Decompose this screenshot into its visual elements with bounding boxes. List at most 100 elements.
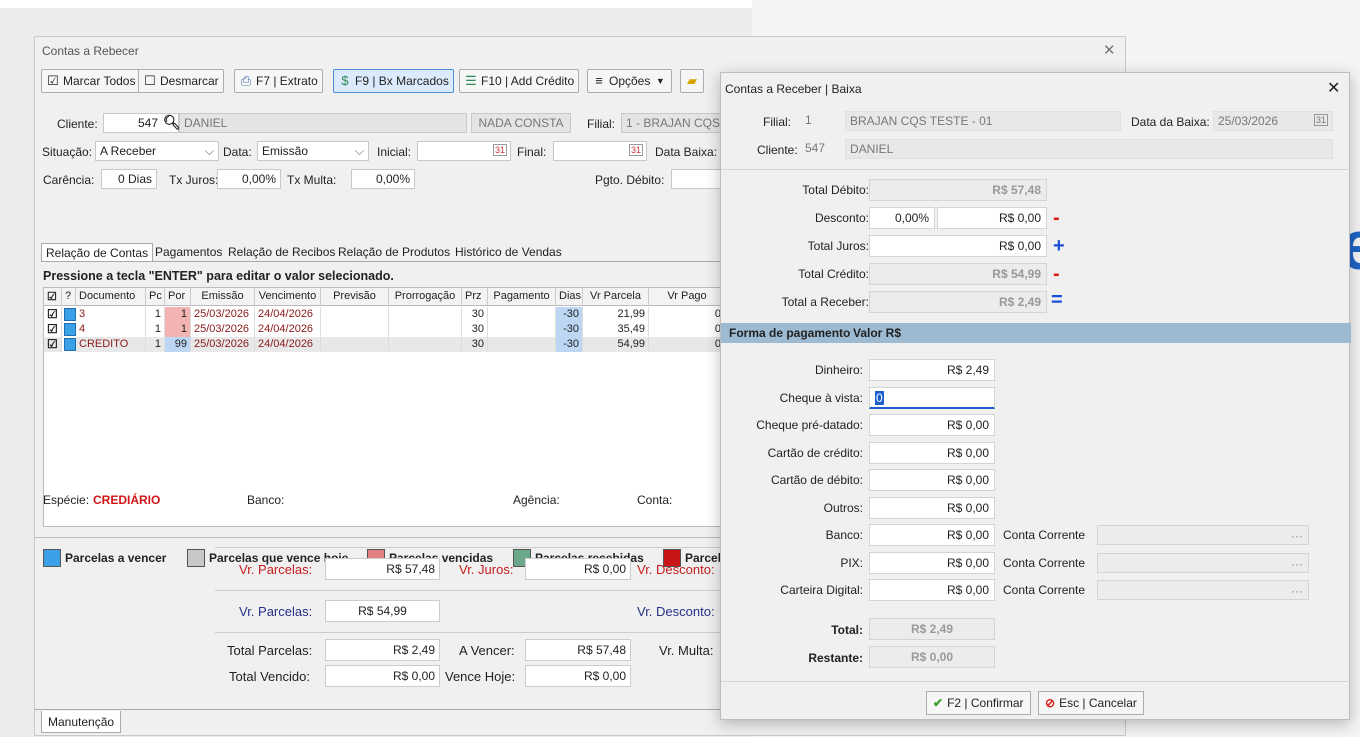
col-header[interactable]: Vencimento bbox=[255, 288, 321, 306]
conta-corrente-select[interactable]: ··· bbox=[1097, 525, 1309, 545]
grid-cell[interactable]: 35,49 bbox=[583, 322, 649, 337]
col-header[interactable]: Por bbox=[165, 288, 191, 306]
col-header[interactable]: Documento bbox=[76, 288, 146, 306]
ellipsis-icon[interactable]: ··· bbox=[1291, 529, 1303, 543]
grid-cell[interactable]: 0 bbox=[649, 322, 725, 337]
payment-value-field[interactable]: R$ 0,00 bbox=[869, 524, 995, 546]
grid-cell[interactable]: 24/04/2026 bbox=[255, 307, 321, 322]
payment-value-field[interactable]: R$ 2,49 bbox=[869, 359, 995, 381]
grid-cell[interactable]: 0 bbox=[649, 307, 725, 322]
desconto-value-field[interactable]: R$ 0,00 bbox=[937, 207, 1047, 229]
row-status-swatch[interactable] bbox=[64, 338, 76, 351]
grid-cell[interactable] bbox=[321, 337, 389, 352]
grid-cell[interactable]: 21,99 bbox=[583, 307, 649, 322]
payment-value-field[interactable]: R$ 0,00 bbox=[869, 441, 995, 464]
total-juros-field[interactable]: R$ 0,00 bbox=[869, 235, 1047, 257]
grid-cell[interactable]: -30 bbox=[556, 307, 583, 322]
ellipsis-icon[interactable]: ··· bbox=[1291, 557, 1303, 571]
col-header[interactable]: Dias bbox=[556, 288, 583, 306]
grid-cell[interactable]: 30 bbox=[462, 322, 488, 337]
grid-cell[interactable]: 25/03/2026 bbox=[191, 307, 255, 322]
cancelar-button[interactable]: ⊘ Esc | Cancelar bbox=[1038, 691, 1144, 715]
grid-cell[interactable]: 30 bbox=[462, 337, 488, 352]
grid-cell[interactable] bbox=[321, 307, 389, 322]
grid-cell[interactable] bbox=[389, 322, 462, 337]
grid-cell[interactable]: 24/04/2026 bbox=[255, 322, 321, 337]
grid-cell[interactable] bbox=[321, 322, 389, 337]
grid-cell[interactable]: 3 bbox=[76, 307, 146, 322]
tab-relacao-produtos[interactable]: Relação de Produtos bbox=[338, 243, 450, 261]
grid-cell[interactable]: 25/03/2026 bbox=[191, 322, 255, 337]
row-checkbox[interactable]: ☑ bbox=[44, 322, 62, 337]
close-icon[interactable]: ✕ bbox=[1103, 41, 1116, 59]
grid-cell[interactable]: 1 bbox=[146, 322, 165, 337]
folder-button[interactable]: ▰ bbox=[680, 69, 704, 93]
txjuros-field[interactable]: 0,00% bbox=[217, 169, 281, 189]
grid-cell[interactable]: -30 bbox=[556, 337, 583, 352]
opcoes-dropdown[interactable]: ≡ Opções ▼ bbox=[587, 69, 673, 93]
close-icon[interactable]: ✕ bbox=[1327, 78, 1340, 98]
row-checkbox[interactable]: ☑ bbox=[44, 337, 62, 352]
conta-corrente-select[interactable]: ··· bbox=[1097, 552, 1309, 573]
inicial-date-field[interactable]: 31 bbox=[417, 141, 511, 161]
col-header[interactable]: Vr Pago bbox=[649, 288, 725, 306]
extrato-button[interactable]: ⎙ F7 | Extrato bbox=[234, 69, 323, 93]
desmarcar-button[interactable]: ☐ Desmarcar bbox=[138, 69, 224, 93]
confirmar-button[interactable]: ✔ F2 | Confirmar bbox=[926, 691, 1031, 715]
grid-cell[interactable]: 1 bbox=[165, 307, 191, 322]
pgto-debito-field[interactable] bbox=[671, 169, 725, 189]
grid-cell[interactable] bbox=[488, 322, 556, 337]
tab-manutencao[interactable]: Manutenção bbox=[41, 711, 122, 733]
grid-cell[interactable] bbox=[488, 307, 556, 322]
grid-cell[interactable]: 99 bbox=[165, 337, 191, 352]
payment-value-field[interactable]: 0 bbox=[869, 386, 995, 409]
row-checkbox[interactable]: ☑ bbox=[44, 307, 62, 322]
final-date-field[interactable]: 31 bbox=[553, 141, 647, 161]
grid-cell[interactable]: 24/04/2026 bbox=[255, 337, 321, 352]
desconto-pct-field[interactable]: 0,00% bbox=[869, 207, 935, 229]
tab-pagamentos[interactable]: Pagamentos bbox=[155, 243, 222, 261]
col-header[interactable]: Vr Parcela bbox=[583, 288, 649, 306]
grid-cell[interactable]: 1 bbox=[165, 322, 191, 337]
col-header[interactable]: Prz bbox=[462, 288, 488, 306]
col-header[interactable]: Pagamento bbox=[488, 288, 556, 306]
situacao-select[interactable]: A Receber ⌵ bbox=[95, 141, 219, 161]
tab-historico-vendas[interactable]: Histórico de Vendas bbox=[455, 243, 562, 261]
ellipsis-icon[interactable]: ··· bbox=[1291, 584, 1303, 598]
payment-value-field[interactable]: R$ 0,00 bbox=[869, 579, 995, 601]
select-all-checkbox[interactable]: ☑ bbox=[44, 288, 62, 306]
calendar-icon[interactable]: 31 bbox=[492, 144, 507, 156]
payment-value-field[interactable]: R$ 0,00 bbox=[869, 551, 995, 574]
calendar-icon[interactable]: 31 bbox=[628, 144, 643, 156]
marcar-todos-button[interactable]: ☑ Marcar Todos bbox=[41, 69, 141, 93]
add-credito-button[interactable]: ☰ F10 | Add Crédito bbox=[459, 69, 580, 93]
payment-value-field[interactable]: R$ 0,00 bbox=[869, 496, 995, 519]
calendar-icon[interactable]: 31 bbox=[1313, 114, 1328, 126]
grid-cell[interactable]: 1 bbox=[146, 337, 165, 352]
payment-value-field[interactable]: R$ 0,00 bbox=[869, 469, 995, 491]
tab-relacao-recibos[interactable]: Relação de Recibos bbox=[228, 243, 335, 261]
tab-relacao-contas[interactable]: Relação de Contas bbox=[41, 243, 153, 261]
col-header[interactable]: Emissão bbox=[191, 288, 255, 306]
col-header[interactable]: Previsão bbox=[321, 288, 389, 306]
txmulta-field[interactable]: 0,00% bbox=[351, 169, 415, 189]
grid-cell[interactable]: 30 bbox=[462, 307, 488, 322]
payment-value-field[interactable]: R$ 0,00 bbox=[869, 414, 995, 436]
grid-cell[interactable]: 25/03/2026 bbox=[191, 337, 255, 352]
carencia-field[interactable]: 0 Dias bbox=[101, 169, 157, 189]
grid-cell[interactable]: CREDITO bbox=[76, 337, 146, 352]
grid-cell[interactable] bbox=[389, 337, 462, 352]
data-type-select[interactable]: Emissão ⌵ bbox=[257, 141, 369, 161]
row-status-swatch[interactable] bbox=[64, 308, 76, 321]
grid-cell[interactable]: -30 bbox=[556, 322, 583, 337]
col-header[interactable]: Pc bbox=[146, 288, 165, 306]
grid-cell[interactable]: 1 bbox=[146, 307, 165, 322]
bx-marcados-button[interactable]: $ F9 | Bx Marcados bbox=[333, 69, 454, 93]
grid-cell[interactable] bbox=[488, 337, 556, 352]
row-status-swatch[interactable] bbox=[64, 323, 76, 336]
grid-cell[interactable] bbox=[389, 307, 462, 322]
grid-cell[interactable]: 54,99 bbox=[583, 337, 649, 352]
grid-cell[interactable]: 0 bbox=[649, 337, 725, 352]
grid-cell[interactable]: 4 bbox=[76, 322, 146, 337]
conta-corrente-select[interactable]: ··· bbox=[1097, 580, 1309, 600]
